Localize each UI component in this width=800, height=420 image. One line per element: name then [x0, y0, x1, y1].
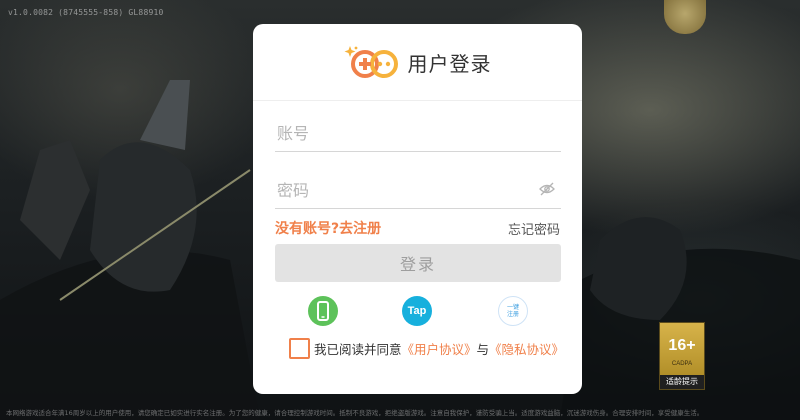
- account-input[interactable]: [275, 117, 529, 149]
- version-text: v1.0.0082 (8745555-858) GL88910: [8, 8, 164, 17]
- dialog-title: 用户登录: [407, 51, 492, 76]
- agreement-row: 我已阅读并同意 《用户协议》 与 《隐私协议》: [289, 338, 564, 359]
- taptap-login-button[interactable]: Tap: [402, 296, 432, 326]
- login-dialog: 用户登录 没有账号?去注册 忘记密码 登录 Tap 一键 注册 我已阅读并同意 …: [253, 24, 582, 394]
- age-rating-badge: 16+ CADPA 适龄提示: [659, 322, 705, 390]
- account-field: [275, 115, 561, 152]
- quick-register-label-1: 一键: [506, 304, 519, 311]
- register-link[interactable]: 没有账号?去注册: [275, 218, 381, 238]
- login-button[interactable]: 登录: [275, 244, 561, 282]
- health-notice: 本网络游戏适合年满16周岁以上的用户使用，请您确定已如实进行实名注册。为了您的健…: [6, 409, 704, 417]
- age-badge-label: 适龄提示: [660, 375, 704, 389]
- age-rating: 16+: [668, 337, 696, 354]
- agreement-conjunction: 与: [476, 342, 490, 357]
- privacy-policy-link[interactable]: 《隐私协议》: [489, 339, 564, 358]
- quick-register-button[interactable]: 一键 注册: [498, 296, 528, 326]
- eye-hidden-icon[interactable]: [539, 182, 555, 196]
- quick-register-label-2: 注册: [506, 311, 519, 318]
- agreement-prefix: 我已阅读并同意: [314, 342, 402, 357]
- gamepad-logo-icon: [344, 46, 398, 78]
- phone-login-button[interactable]: [308, 296, 338, 326]
- dialog-header: 用户登录: [253, 24, 582, 101]
- phone-icon: [317, 301, 329, 321]
- agreement-checkbox[interactable]: [289, 338, 310, 359]
- password-field: [275, 172, 561, 209]
- user-agreement-link[interactable]: 《用户协议》: [402, 339, 477, 358]
- password-input[interactable]: [275, 174, 529, 206]
- forgot-password-link[interactable]: 忘记密码: [508, 219, 560, 238]
- rating-org: CADPA: [671, 361, 693, 367]
